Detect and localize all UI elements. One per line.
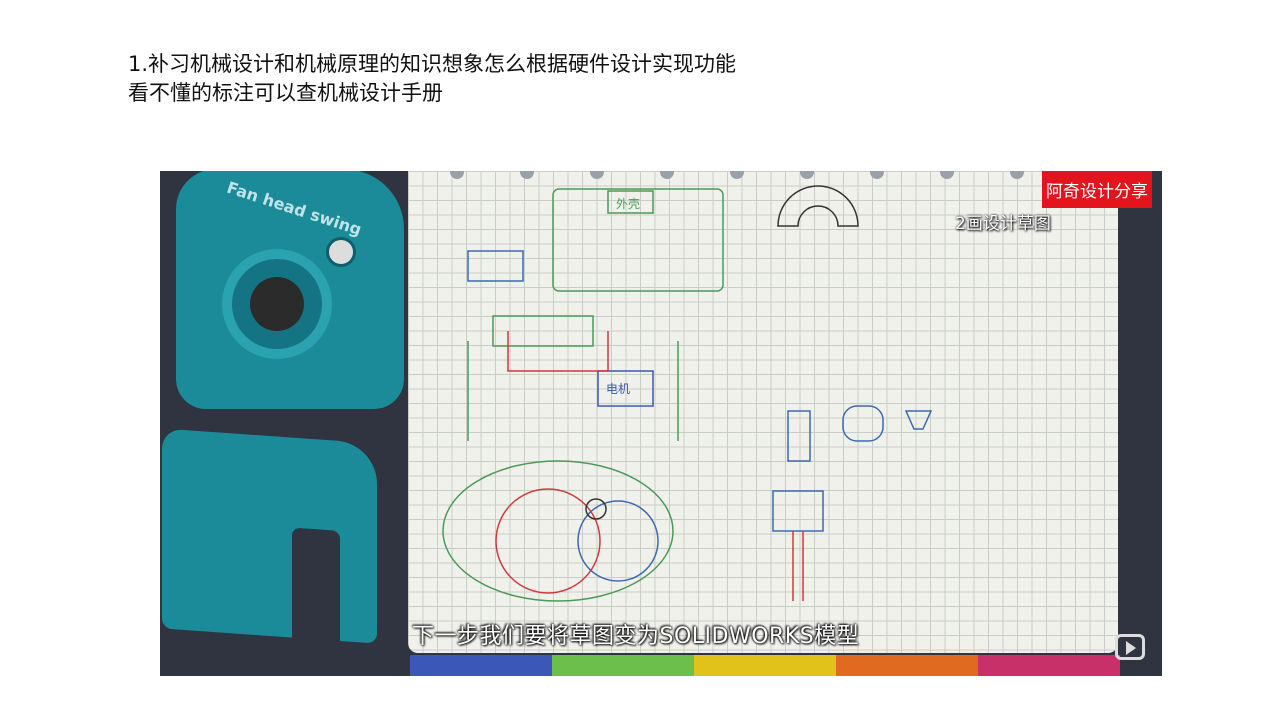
slide-line-1: 1.补习机械设计和机械原理的知识想象怎么根据硬件设计实现功能: [128, 52, 737, 76]
sketch-label-shell: 外壳: [616, 197, 640, 211]
chapter-caption: 2画设计草图: [955, 214, 1051, 234]
video-subtitle: 下一步我们要将草图变为SOLIDWORKS模型: [412, 624, 860, 649]
channel-badge: 阿奇设计分享: [1042, 171, 1152, 208]
product-label: Fan head swing: [224, 177, 364, 240]
notebook-tabs: [410, 655, 1120, 676]
bracket-part: [162, 428, 377, 651]
slide-text: 1.补习机械设计和机械原理的知识想象怎么根据硬件设计实现功能 看不懂的标注可以查…: [128, 50, 736, 108]
sketch-drawings: 外壳 电机: [442, 185, 933, 602]
slide-line-2: 看不懂的标注可以查机械设计手册: [128, 81, 443, 105]
fan-head-part: Fan head swing: [176, 171, 404, 409]
bilibili-logo-icon: [1115, 634, 1145, 660]
button-part: [326, 237, 356, 267]
sketch-label-motor: 电机: [606, 382, 630, 396]
hole-part: [222, 249, 332, 359]
video-frame: Fan head swing 外壳 电机 阿奇设计分享 2画设计草图 下一步我们…: [160, 171, 1162, 676]
